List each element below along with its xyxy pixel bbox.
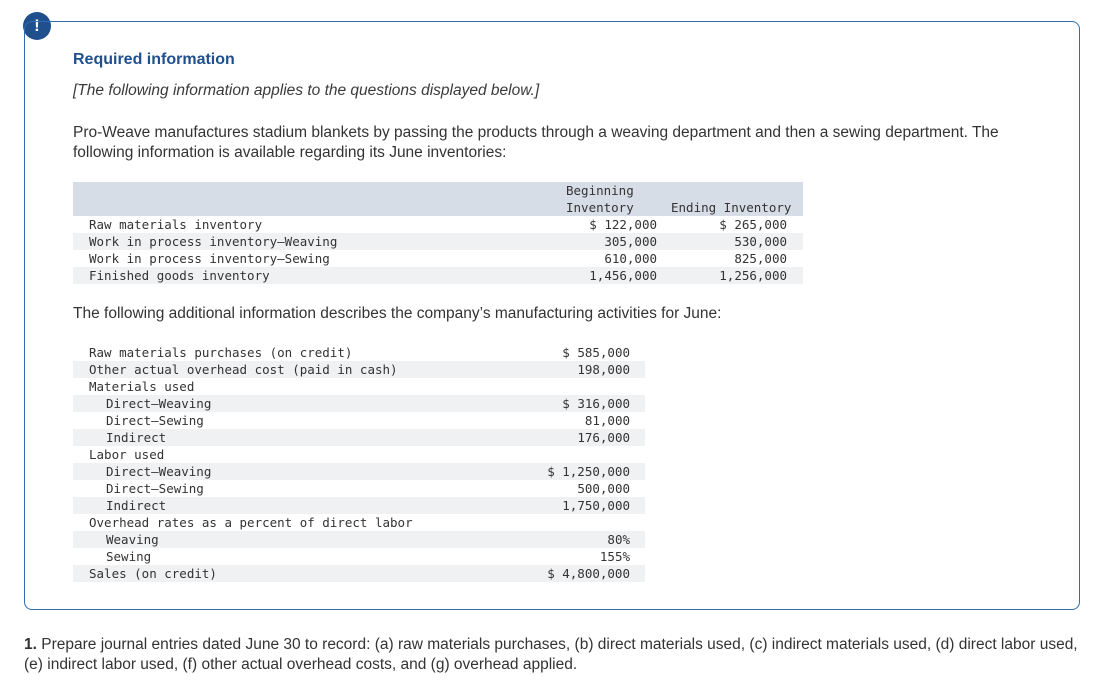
- question-1: 1. Prepare journal entries dated June 30…: [24, 635, 1099, 675]
- row-value: 176,000: [577, 430, 630, 445]
- row-label: Work in process inventory—Weaving: [89, 234, 338, 249]
- required-title: Required information: [73, 51, 235, 68]
- row-label: Direct—Weaving: [106, 464, 212, 479]
- row-value: 500,000: [577, 481, 630, 496]
- table-row: Other actual overhead cost (paid in cash…: [73, 361, 645, 378]
- col-beginning-line2: Inventory: [566, 200, 634, 215]
- row-label: Raw materials purchases (on credit): [89, 345, 353, 360]
- row-label: Sales (on credit): [89, 566, 217, 581]
- table-row: Sales (on credit) $ 4,800,000: [73, 565, 645, 582]
- question-number: 1.: [24, 636, 37, 653]
- col-ending: Ending Inventory: [671, 200, 792, 215]
- table-row: Indirect 176,000: [73, 429, 645, 446]
- row-value: $ 316,000: [562, 396, 630, 411]
- ending-value: 825,000: [734, 251, 787, 266]
- row-value: $ 1,250,000: [547, 464, 630, 479]
- row-value: 81,000: [584, 413, 630, 428]
- row-label: Work in process inventory—Sewing: [89, 251, 330, 266]
- table-row: Raw materials inventory $ 122,000 $ 265,…: [73, 216, 803, 233]
- row-label: Direct—Sewing: [106, 413, 204, 428]
- table-row: Sewing 155%: [73, 548, 645, 565]
- ending-value: $ 265,000: [719, 217, 787, 232]
- question-text: Prepare journal entries dated June 30 to…: [24, 636, 1078, 673]
- required-subtitle: [The following information applies to th…: [73, 82, 540, 99]
- row-value: $ 4,800,000: [547, 566, 630, 581]
- beginning-value: $ 122,000: [589, 217, 657, 232]
- row-label: Weaving: [106, 532, 159, 547]
- row-label: Finished goods inventory: [89, 268, 270, 283]
- row-value: $ 585,000: [562, 345, 630, 360]
- table-row: Labor used: [73, 446, 645, 463]
- table-row: Overhead rates as a percent of direct la…: [73, 514, 645, 531]
- table-row: Weaving 80%: [73, 531, 645, 548]
- beginning-value: 610,000: [604, 251, 657, 266]
- table-row: Raw materials purchases (on credit) $ 58…: [73, 344, 645, 361]
- table-row: Direct—Weaving $ 1,250,000: [73, 463, 645, 480]
- ending-value: 530,000: [734, 234, 787, 249]
- table-row: Work in process inventory—Weaving 305,00…: [73, 233, 803, 250]
- table-row: Direct—Sewing 500,000: [73, 480, 645, 497]
- inventory-table-header: Beginning Inventory Ending Inventory: [73, 182, 803, 216]
- row-label: Materials used: [89, 379, 195, 394]
- row-label: Indirect: [106, 498, 167, 513]
- row-label: Other actual overhead cost (paid in cash…: [89, 362, 398, 377]
- col-beginning-line1: Beginning: [566, 183, 634, 198]
- table-row: Direct—Weaving $ 316,000: [73, 395, 645, 412]
- row-label: Sewing: [106, 549, 152, 564]
- row-label: Indirect: [106, 430, 167, 445]
- beginning-value: 1,456,000: [589, 268, 657, 283]
- ending-value: 1,256,000: [719, 268, 787, 283]
- row-label: Direct—Sewing: [106, 481, 204, 496]
- row-label: Labor used: [89, 447, 165, 462]
- table-row: Finished goods inventory 1,456,000 1,256…: [73, 267, 803, 284]
- table-row: Indirect 1,750,000: [73, 497, 645, 514]
- row-label: Raw materials inventory: [89, 217, 263, 232]
- table-row: Work in process inventory—Sewing 610,000…: [73, 250, 803, 267]
- row-label: Direct—Weaving: [106, 396, 212, 411]
- row-value: 198,000: [577, 362, 630, 377]
- row-label: Overhead rates as a percent of direct la…: [89, 515, 413, 530]
- row-value: 155%: [599, 549, 630, 564]
- additional-info-text: The following additional information des…: [73, 305, 722, 322]
- intro-paragraph: Pro-Weave manufactures stadium blankets …: [73, 124, 999, 161]
- table-row: Materials used: [73, 378, 645, 395]
- row-value: 1,750,000: [562, 498, 630, 513]
- beginning-value: 305,000: [604, 234, 657, 249]
- row-value: 80%: [607, 532, 630, 547]
- table-row: Direct—Sewing 81,000: [73, 412, 645, 429]
